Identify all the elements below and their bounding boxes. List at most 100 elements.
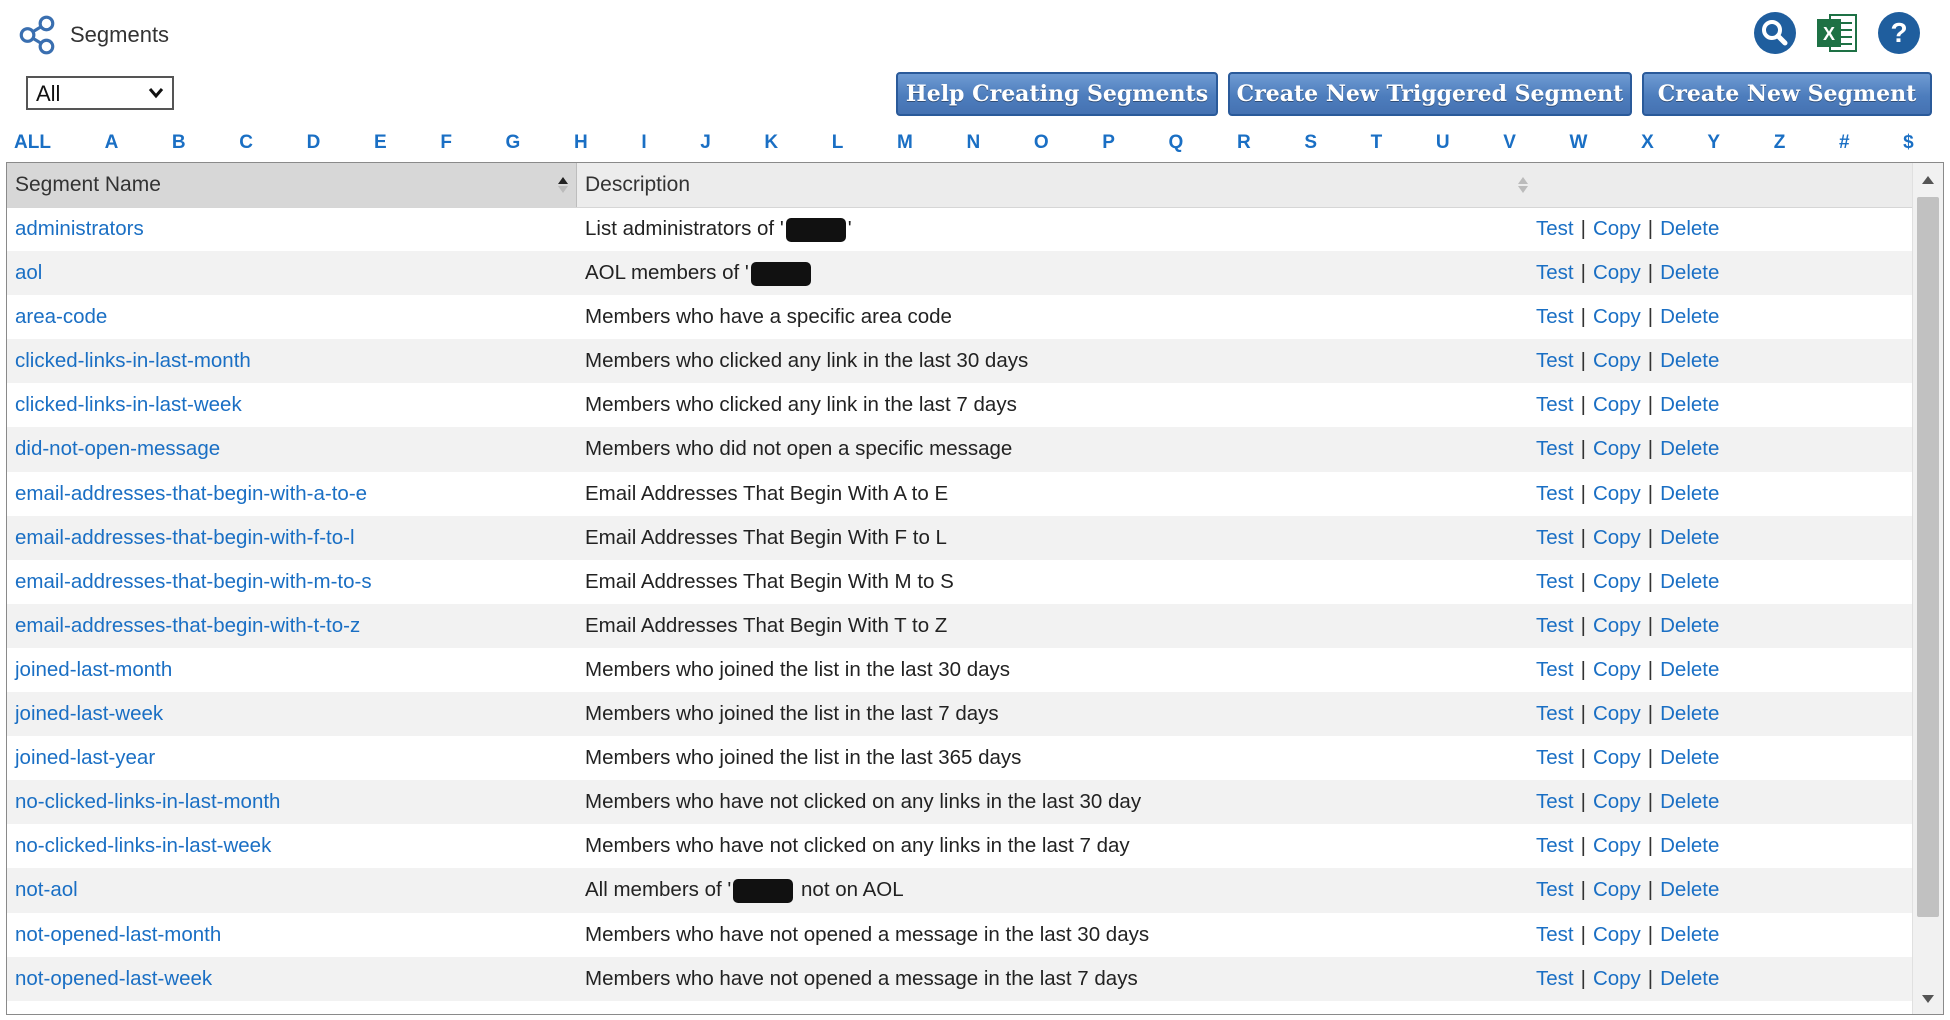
copy-link[interactable]: Copy	[1593, 746, 1641, 769]
copy-link[interactable]: Copy	[1593, 526, 1641, 549]
copy-link[interactable]: Copy	[1593, 923, 1641, 946]
alpha-filter-n[interactable]: N	[966, 132, 980, 154]
excel-icon[interactable]: X	[1814, 10, 1860, 56]
alpha-filter-hash[interactable]: #	[1839, 132, 1850, 154]
alpha-filter-d[interactable]: D	[307, 132, 321, 154]
test-link[interactable]: Test	[1536, 790, 1574, 813]
segment-name-link[interactable]: joined-last-month	[15, 648, 172, 692]
segment-name-link[interactable]: area-code	[15, 295, 107, 339]
alpha-filter-dollar[interactable]: $	[1903, 132, 1914, 154]
segment-name-link[interactable]: did-not-open-message	[15, 427, 220, 471]
alpha-filter-l[interactable]: L	[832, 132, 844, 154]
test-link[interactable]: Test	[1536, 217, 1574, 240]
segment-name-link[interactable]: administrators	[15, 207, 144, 251]
alpha-filter-f[interactable]: F	[440, 132, 452, 154]
segment-name-link[interactable]: aol	[15, 251, 42, 295]
search-icon[interactable]	[1752, 10, 1798, 56]
alpha-filter-r[interactable]: R	[1237, 132, 1251, 154]
segment-name-link[interactable]: clicked-links-in-last-month	[15, 339, 251, 383]
copy-link[interactable]: Copy	[1593, 261, 1641, 284]
test-link[interactable]: Test	[1536, 482, 1574, 505]
segment-name-link[interactable]: joined-last-week	[15, 692, 163, 736]
copy-link[interactable]: Copy	[1593, 570, 1641, 593]
delete-link[interactable]: Delete	[1660, 834, 1719, 857]
delete-link[interactable]: Delete	[1660, 570, 1719, 593]
test-link[interactable]: Test	[1536, 305, 1574, 328]
segment-name-link[interactable]: no-clicked-links-in-last-week	[15, 824, 271, 868]
delete-link[interactable]: Delete	[1660, 482, 1719, 505]
alpha-filter-y[interactable]: Y	[1707, 132, 1720, 154]
vertical-scrollbar[interactable]	[1912, 163, 1943, 1014]
segment-name-link[interactable]: not-opened-last-month	[15, 913, 221, 957]
copy-link[interactable]: Copy	[1593, 878, 1641, 901]
copy-link[interactable]: Copy	[1593, 790, 1641, 813]
delete-link[interactable]: Delete	[1660, 658, 1719, 681]
delete-link[interactable]: Delete	[1660, 526, 1719, 549]
test-link[interactable]: Test	[1536, 834, 1574, 857]
copy-link[interactable]: Copy	[1593, 349, 1641, 372]
delete-link[interactable]: Delete	[1660, 614, 1719, 637]
scrollbar-thumb[interactable]	[1917, 197, 1939, 917]
segment-name-link[interactable]: joined-last-year	[15, 736, 155, 780]
alpha-filter-g[interactable]: G	[506, 132, 521, 154]
create-segment-button[interactable]: Create New Segment	[1642, 72, 1932, 116]
alpha-filter-c[interactable]: C	[239, 132, 253, 154]
alpha-filter-t[interactable]: T	[1371, 132, 1383, 154]
alpha-filter-u[interactable]: U	[1436, 132, 1450, 154]
delete-link[interactable]: Delete	[1660, 349, 1719, 372]
test-link[interactable]: Test	[1536, 967, 1574, 990]
test-link[interactable]: Test	[1536, 878, 1574, 901]
delete-link[interactable]: Delete	[1660, 702, 1719, 725]
alpha-filter-all[interactable]: ALL	[14, 132, 51, 154]
test-link[interactable]: Test	[1536, 437, 1574, 460]
segment-name-link[interactable]: no-clicked-links-in-last-month	[15, 780, 280, 824]
segment-name-link[interactable]: clicked-links-in-last-week	[15, 383, 242, 427]
help-icon[interactable]: ?	[1876, 10, 1922, 56]
scroll-up-icon[interactable]	[1913, 171, 1943, 191]
alpha-filter-i[interactable]: I	[641, 132, 646, 154]
scroll-down-icon[interactable]	[1913, 988, 1943, 1008]
delete-link[interactable]: Delete	[1660, 305, 1719, 328]
delete-link[interactable]: Delete	[1660, 746, 1719, 769]
delete-link[interactable]: Delete	[1660, 217, 1719, 240]
copy-link[interactable]: Copy	[1593, 614, 1641, 637]
alpha-filter-k[interactable]: K	[764, 132, 778, 154]
copy-link[interactable]: Copy	[1593, 305, 1641, 328]
create-triggered-segment-button[interactable]: Create New Triggered Segment	[1228, 72, 1632, 116]
copy-link[interactable]: Copy	[1593, 482, 1641, 505]
delete-link[interactable]: Delete	[1660, 393, 1719, 416]
copy-link[interactable]: Copy	[1593, 702, 1641, 725]
delete-link[interactable]: Delete	[1660, 923, 1719, 946]
column-header-segment-name[interactable]: Segment Name	[7, 163, 577, 207]
alpha-filter-m[interactable]: M	[897, 132, 913, 154]
delete-link[interactable]: Delete	[1660, 790, 1719, 813]
copy-link[interactable]: Copy	[1593, 437, 1641, 460]
test-link[interactable]: Test	[1536, 658, 1574, 681]
alpha-filter-j[interactable]: J	[700, 132, 711, 154]
copy-link[interactable]: Copy	[1593, 393, 1641, 416]
segment-name-link[interactable]: email-addresses-that-begin-with-a-to-e	[15, 472, 367, 516]
segment-name-link[interactable]: not-aol	[15, 868, 78, 912]
column-header-description[interactable]: Description	[577, 163, 1537, 207]
alpha-filter-o[interactable]: O	[1034, 132, 1049, 154]
test-link[interactable]: Test	[1536, 923, 1574, 946]
delete-link[interactable]: Delete	[1660, 878, 1719, 901]
test-link[interactable]: Test	[1536, 702, 1574, 725]
copy-link[interactable]: Copy	[1593, 967, 1641, 990]
copy-link[interactable]: Copy	[1593, 834, 1641, 857]
alpha-filter-e[interactable]: E	[374, 132, 387, 154]
alpha-filter-s[interactable]: S	[1304, 132, 1317, 154]
segment-name-link[interactable]: email-addresses-that-begin-with-f-to-l	[15, 516, 355, 560]
segment-filter-select[interactable]: All	[26, 76, 174, 110]
copy-link[interactable]: Copy	[1593, 217, 1641, 240]
alpha-filter-v[interactable]: V	[1503, 132, 1516, 154]
test-link[interactable]: Test	[1536, 614, 1574, 637]
test-link[interactable]: Test	[1536, 349, 1574, 372]
test-link[interactable]: Test	[1536, 526, 1574, 549]
delete-link[interactable]: Delete	[1660, 437, 1719, 460]
test-link[interactable]: Test	[1536, 746, 1574, 769]
alpha-filter-q[interactable]: Q	[1169, 132, 1184, 154]
alpha-filter-z[interactable]: Z	[1774, 132, 1786, 154]
copy-link[interactable]: Copy	[1593, 658, 1641, 681]
alpha-filter-h[interactable]: H	[574, 132, 588, 154]
